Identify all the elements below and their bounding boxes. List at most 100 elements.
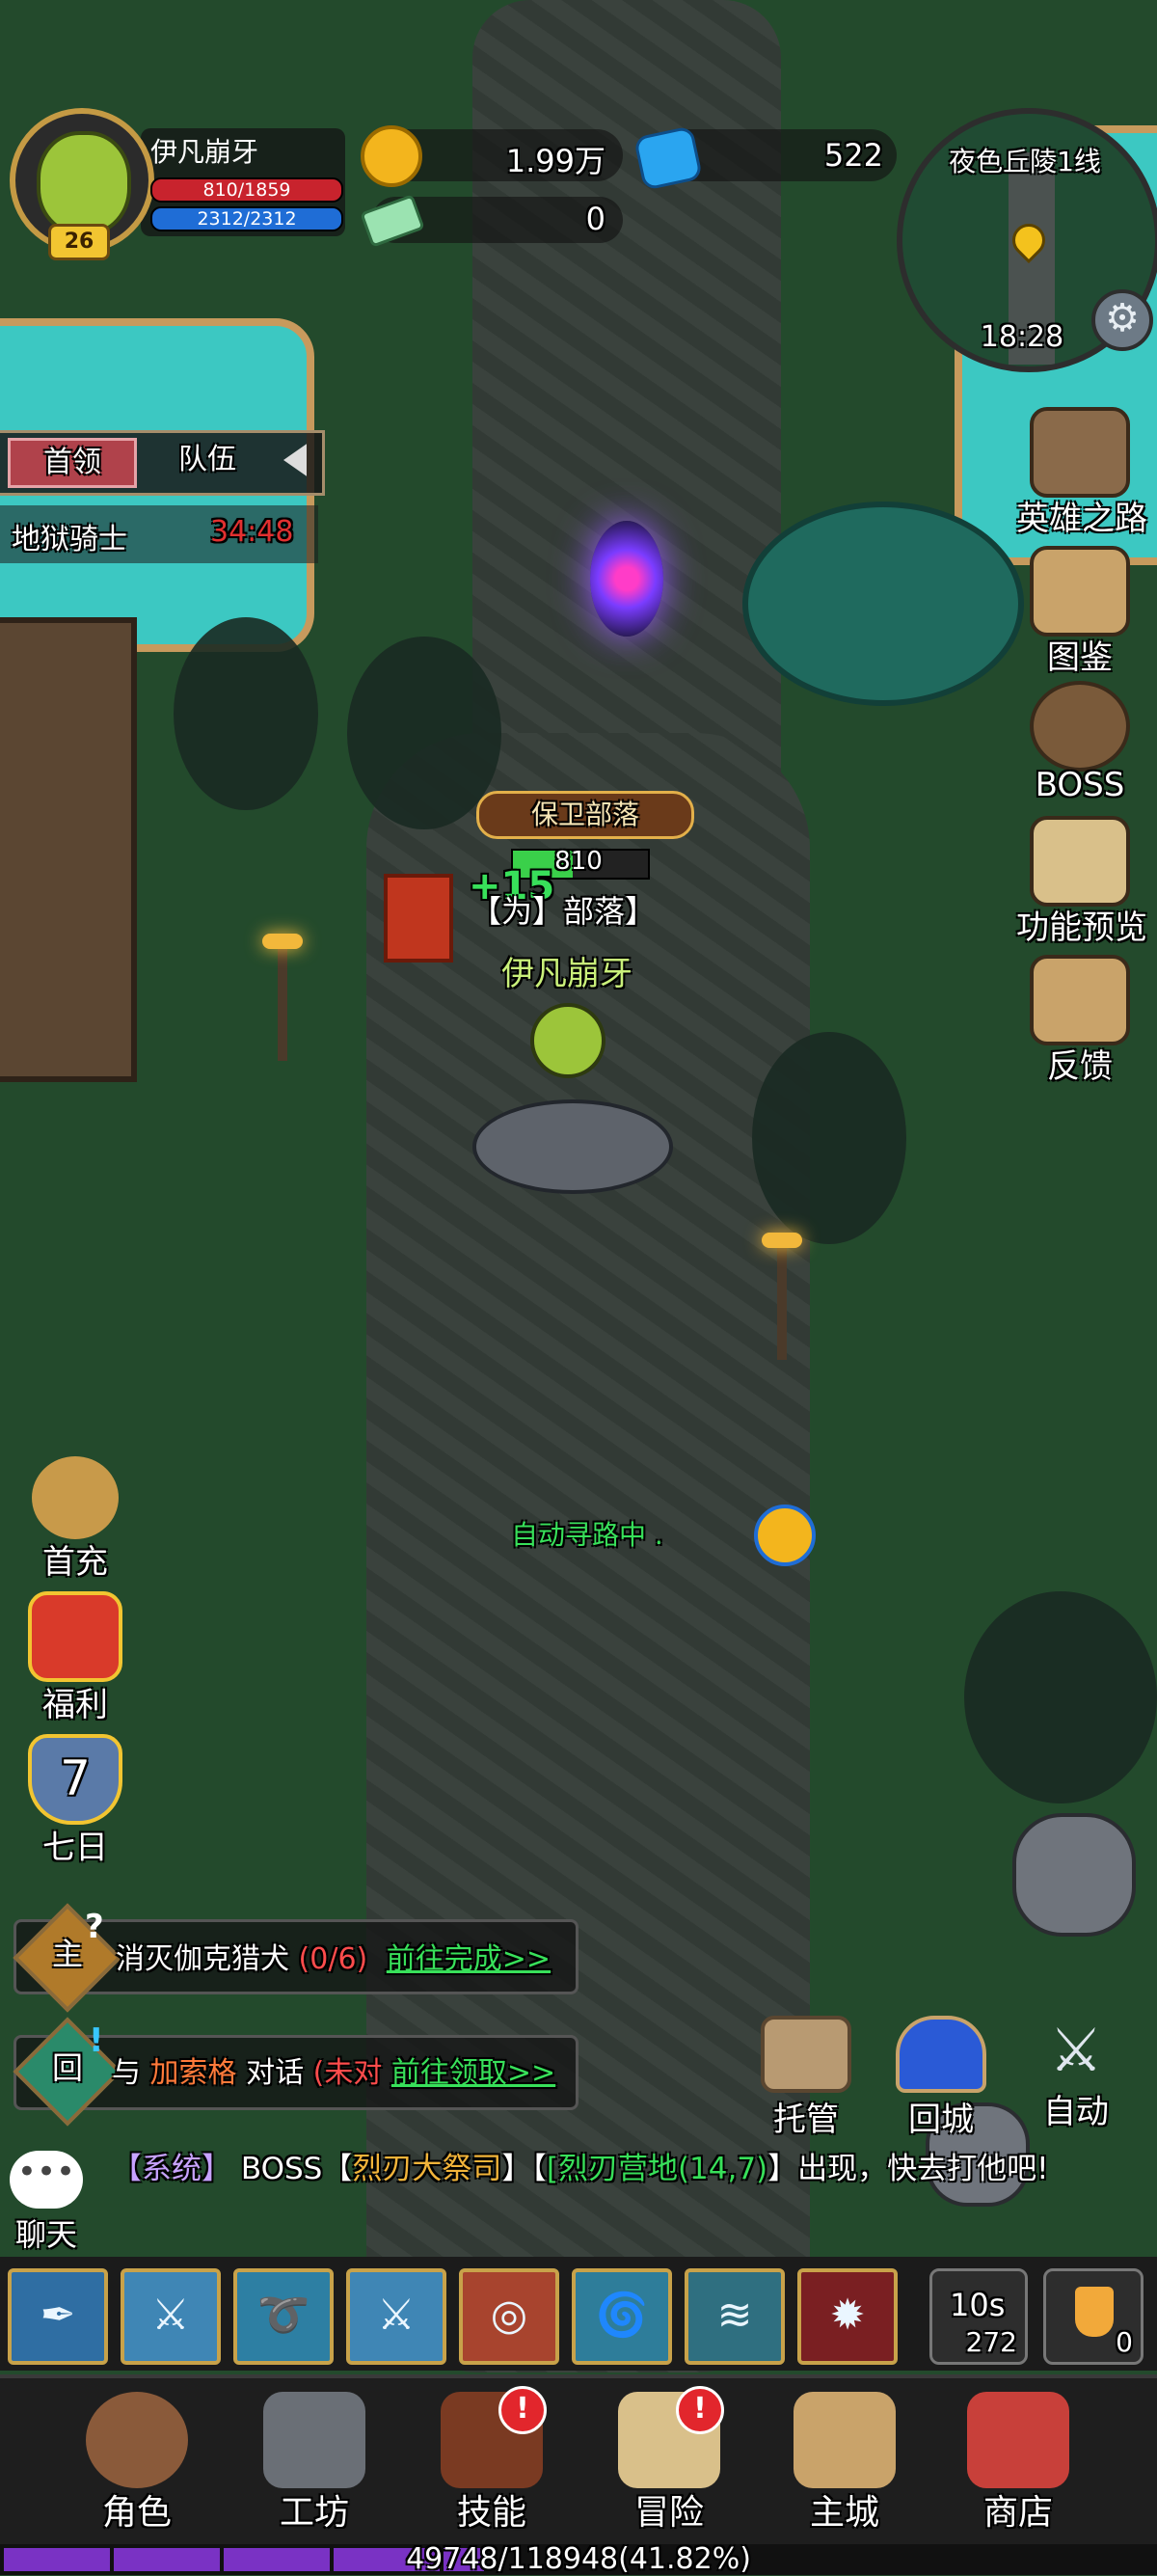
slash-skill-icon: ⚔	[377, 2291, 416, 2340]
nav-adventure[interactable]: ! 冒险	[602, 2386, 737, 2535]
book-icon	[1030, 546, 1130, 637]
menu-label: 七日	[42, 1829, 108, 1867]
magic-portal[interactable]	[590, 521, 663, 637]
buff-timer-slot[interactable]: 10s 272	[929, 2268, 1028, 2365]
timer-seconds: 10s	[950, 2287, 1006, 2323]
quest-progress: (0/6)	[298, 1942, 368, 1976]
menu-label: 首充	[42, 1543, 108, 1582]
nav-shop[interactable]: 商店	[951, 2392, 1086, 2535]
skill-slot[interactable]: 🌀	[572, 2268, 672, 2365]
map-location: 夜色丘陵1线	[949, 146, 1101, 177]
nav-main-city[interactable]: 主城	[777, 2392, 912, 2535]
alert-badge: !	[676, 2386, 724, 2434]
quest-text-part: 对话	[246, 2056, 305, 2090]
menu-seven-days[interactable]: 7 七日	[17, 1734, 133, 1868]
character-name: 伊凡崩牙	[501, 955, 632, 993]
menu-feature-preview[interactable]: 功能预览	[1016, 816, 1147, 948]
potion-slot[interactable]: 0	[1043, 2268, 1144, 2365]
button-label: 回城	[908, 2101, 974, 2139]
msg-text: 】【	[501, 2152, 547, 2186]
nav-label: 技能	[456, 2493, 526, 2533]
boss-skull-icon	[1030, 681, 1130, 772]
menu-codex[interactable]: 图鉴	[1022, 546, 1138, 678]
street-lamp	[762, 1233, 802, 1360]
castle-icon	[794, 2392, 896, 2488]
mp-text: 2312/2312	[197, 208, 297, 230]
level-badge: 26	[48, 224, 110, 260]
return-city-button[interactable]: 回城	[883, 2016, 999, 2140]
hero-portrait-icon	[86, 2392, 188, 2488]
money-bag-icon	[32, 1456, 119, 1539]
blade-skill-icon: ⚔	[151, 2291, 190, 2340]
auto-battle-button[interactable]: ⚔ 自动	[1018, 2016, 1134, 2132]
chat-button[interactable]: ••• 聊天	[6, 2151, 87, 2255]
gold-coin-icon	[361, 125, 422, 187]
nav-skills[interactable]: ! 技能	[424, 2386, 559, 2535]
skill-slot[interactable]: ⚔	[346, 2268, 446, 2365]
hp-bar: 810/1859	[150, 177, 343, 203]
button-label: 自动	[1043, 2093, 1109, 2131]
quest-action-link[interactable]: 前往完成>>	[387, 1942, 551, 1976]
portal-icon	[896, 2016, 986, 2093]
player-name: 伊凡崩牙	[150, 136, 259, 168]
tab-boss[interactable]: 首领	[8, 438, 137, 488]
skill-slot[interactable]: ✒	[8, 2268, 108, 2365]
guild-tag: 【为】部落】	[471, 893, 657, 930]
menu-label: BOSS	[1035, 766, 1125, 804]
gear-icon[interactable]: ⚙	[1091, 289, 1153, 351]
skill-slot[interactable]: ✹	[797, 2268, 898, 2365]
skill-slot[interactable]: ≋	[685, 2268, 785, 2365]
boss-respawn-timer: 34:48	[210, 515, 294, 549]
orc-face-icon	[37, 131, 131, 235]
quest-npc: 加索格	[149, 2056, 237, 2090]
dead-tree	[964, 1591, 1157, 1803]
menu-label: 反馈	[1047, 1047, 1113, 1086]
shop-stall-icon	[967, 2392, 1069, 2488]
quest-alert-icon: !	[89, 2021, 104, 2060]
boss-name: 地狱骑士	[12, 523, 127, 556]
auto-manage-button[interactable]: 托管	[748, 2016, 864, 2140]
werewolf-enemy[interactable]	[1012, 1813, 1136, 1937]
scroll-preview-icon	[1030, 816, 1130, 907]
menu-welfare[interactable]: 福利	[17, 1591, 133, 1725]
menu-hero-road[interactable]: 英雄之路	[1016, 407, 1147, 539]
street-lamp	[262, 934, 303, 1061]
nav-workshop[interactable]: 工坊	[247, 2392, 382, 2535]
fang-skill-icon: ✹	[829, 2291, 866, 2340]
gift-box-icon	[28, 1591, 122, 1682]
skill-slot[interactable]: ◎	[459, 2268, 559, 2365]
red-banner	[384, 874, 453, 963]
msg-text: 】出现，快去打他吧!	[767, 2152, 1049, 2186]
menu-label: 功能预览	[1016, 908, 1147, 947]
menu-first-recharge[interactable]: 首充	[17, 1456, 133, 1583]
quest-help-icon: ?	[85, 1908, 104, 1946]
whirlwind-skill-icon: 🌀	[595, 2291, 649, 2340]
location-link[interactable]: [烈刃营地(14,7)	[547, 2152, 767, 2186]
skill-slot[interactable]: ⚔	[121, 2268, 221, 2365]
auto-path-status: 自动寻路中 .	[511, 1519, 663, 1551]
quest-action-link[interactable]: 前往领取>>	[391, 2056, 555, 2090]
button-label: 托管	[773, 2101, 839, 2139]
potion-count: 0	[1116, 2326, 1133, 2358]
menu-boss[interactable]: BOSS	[1022, 681, 1138, 804]
map-scroll-icon: !	[618, 2386, 724, 2488]
skill-slot[interactable]: ➰	[233, 2268, 334, 2365]
anvil-hammer-icon	[263, 2392, 365, 2488]
player-character[interactable]	[453, 993, 685, 1206]
crossed-swords-icon: ⚔	[1049, 2015, 1103, 2085]
menu-feedback[interactable]: 反馈	[1022, 955, 1138, 1087]
quill-skill-icon: ✒	[40, 2291, 76, 2340]
nav-label: 角色	[101, 2493, 172, 2533]
boss-link[interactable]: 烈刃大祭司	[352, 2152, 501, 2186]
quest-progress: (未对	[312, 2056, 383, 2090]
tab-team[interactable]: 队伍	[145, 438, 270, 482]
nav-label: 冒险	[633, 2493, 704, 2533]
system-tag: 【系统】	[112, 2152, 231, 2186]
gold-coin-drop[interactable]	[754, 1505, 816, 1566]
nav-character[interactable]: 角色	[69, 2392, 204, 2535]
chat-label: 聊天	[14, 2216, 77, 2253]
gold-value: 1.99万	[505, 143, 605, 179]
wind-skill-icon: ≋	[716, 2291, 753, 2340]
alert-badge: !	[498, 2386, 547, 2434]
dead-tree	[174, 617, 318, 810]
